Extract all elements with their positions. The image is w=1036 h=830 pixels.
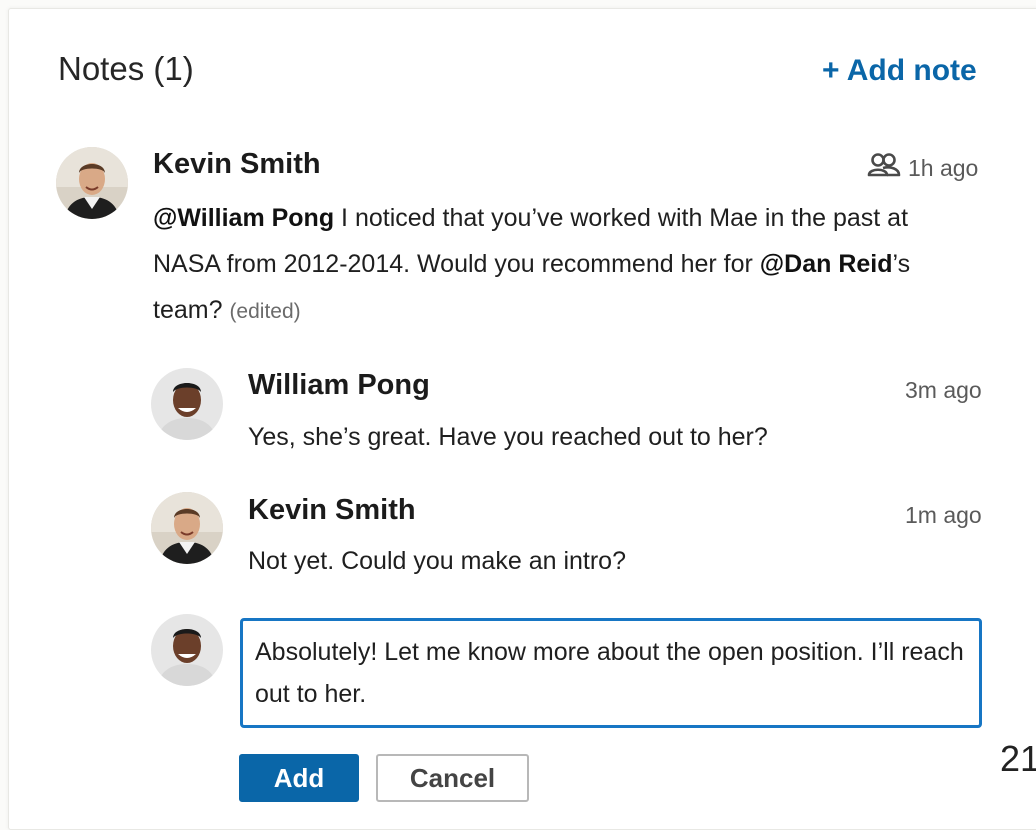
reply-author[interactable]: William Pong [248,369,430,402]
avatar-current-user [151,614,223,686]
reply-time: 1m ago [905,502,982,528]
notes-title: Notes (1) [58,50,194,87]
avatar-kevin-smith [151,492,223,564]
note-author[interactable]: Kevin Smith [153,148,321,181]
reply-author[interactable]: Kevin Smith [248,494,416,527]
group-icon [867,152,901,178]
cancel-button[interactable]: Cancel [376,754,529,802]
reply-input[interactable]: Absolutely! Let me know more about the o… [240,618,982,728]
mention-william-pong[interactable]: @William Pong [153,204,334,232]
note-time: 1h ago [908,155,979,181]
avatar-william-pong [151,368,223,440]
add-button[interactable]: Add [239,754,359,802]
reply-text: Yes, she’s great. Have you reached out t… [248,423,768,451]
page-number: 21 [1000,738,1036,779]
reply-text: Not yet. Could you make an intro? [248,547,626,575]
note-body: @William Pong I noticed that you’ve work… [153,195,953,335]
mention-dan-reid[interactable]: @Dan Reid [760,250,893,278]
avatar-kevin-smith [56,147,128,219]
edited-label: (edited) [229,300,301,323]
add-note-link[interactable]: + Add note [822,54,977,88]
reply-time: 3m ago [905,377,982,403]
